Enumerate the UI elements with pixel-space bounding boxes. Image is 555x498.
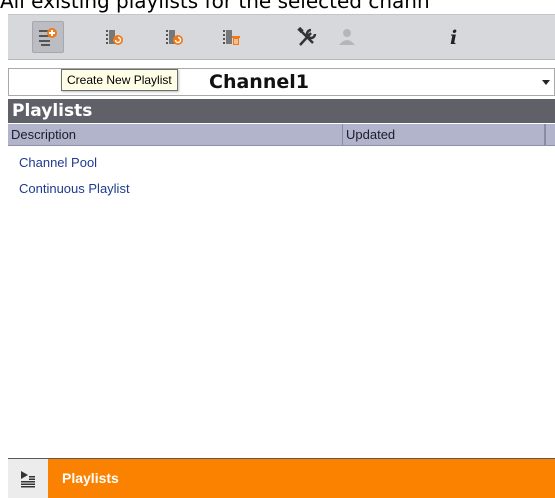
playlist-row-continuous[interactable]: Continuous Playlist	[8, 176, 555, 202]
column-headers: Description Updated	[8, 124, 555, 146]
chevron-down-icon[interactable]	[542, 80, 550, 85]
tools-icon	[297, 27, 317, 46]
info-icon: i	[450, 27, 457, 47]
column-header-filler	[545, 124, 555, 145]
playlist-add-icon	[39, 28, 57, 46]
info-button[interactable]: i	[438, 21, 470, 53]
playlist-refresh-icon	[106, 30, 123, 45]
column-header-description[interactable]: Description	[8, 124, 343, 145]
svg-text:i: i	[450, 27, 457, 47]
delete-playlist-button[interactable]	[215, 21, 247, 53]
user-icon	[339, 29, 355, 45]
refresh-playlist-button-2[interactable]	[158, 21, 190, 53]
create-playlist-button[interactable]	[32, 21, 64, 53]
playlist-list: Channel Pool Continuous Playlist	[8, 150, 555, 202]
footer-icon-box	[8, 459, 48, 498]
playlist-delete-icon	[223, 30, 240, 45]
toolbar: i	[8, 14, 555, 60]
playlist-refresh-icon	[166, 30, 183, 45]
tools-button[interactable]	[292, 21, 324, 53]
playlists-icon	[21, 470, 35, 487]
footer-label: Playlists	[62, 470, 119, 486]
refresh-playlist-button[interactable]	[98, 21, 130, 53]
playlists-panel-title: Playlists	[8, 99, 555, 123]
playlist-row-channel-pool[interactable]: Channel Pool	[8, 150, 555, 176]
column-header-updated[interactable]: Updated	[343, 124, 545, 145]
channel-selected-value: Channel1	[209, 71, 309, 93]
create-playlist-tooltip: Create New Playlist	[61, 69, 178, 91]
footer-tab-playlists[interactable]: Playlists	[8, 458, 555, 498]
page-caption: All existing playlists for the selected …	[0, 0, 430, 13]
user-button[interactable]	[331, 21, 363, 53]
